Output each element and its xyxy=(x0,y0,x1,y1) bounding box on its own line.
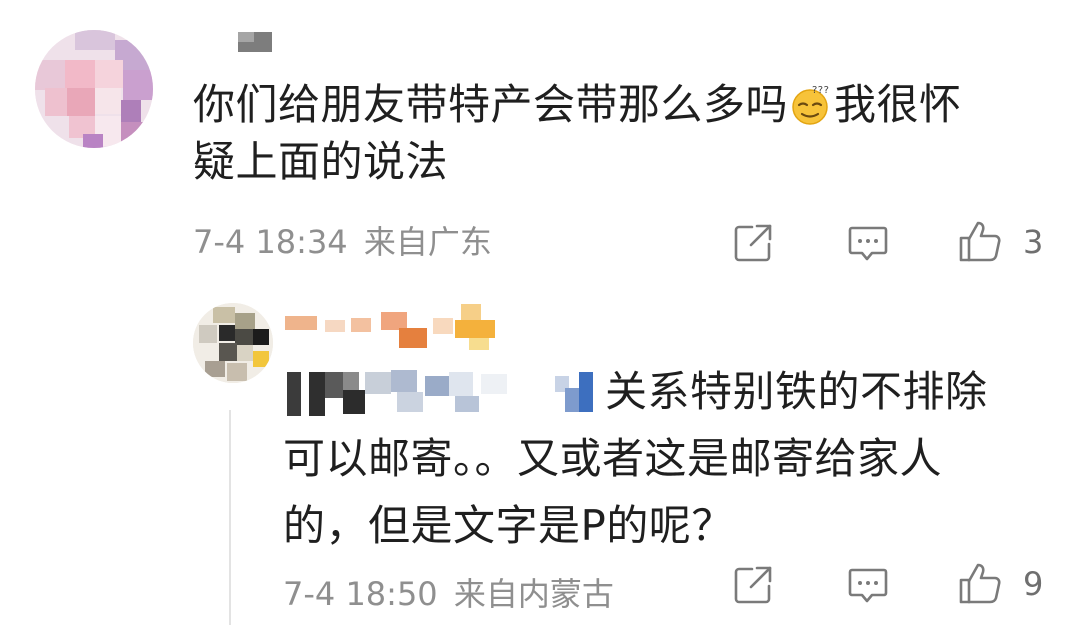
like-count: 9 xyxy=(1023,565,1044,603)
comment-icon[interactable] xyxy=(845,562,891,608)
reply-text: 关系特别铁的不排除 可以邮寄。。又或者这是邮寄给家人 的，但是文字是P的呢？ xyxy=(283,358,1043,559)
comment-time: 7-4 18:34 xyxy=(193,223,348,261)
comment-meta: 7-4 18:34 来自广东 xyxy=(193,222,492,262)
avatar-pixelated xyxy=(193,303,273,383)
thumbs-up-icon[interactable] xyxy=(957,560,1003,606)
thinking-face-emoji-icon: ??? xyxy=(790,82,832,125)
avatar[interactable] xyxy=(35,30,153,148)
comment-text: 你们给朋友带特产会带那么多吗 ??? 我很怀 疑上面的说法 xyxy=(193,76,1023,190)
comment-location: 来自广东 xyxy=(363,223,492,261)
reply-meta: 7-4 18:50 来自内蒙古 xyxy=(283,574,614,614)
comment-text-part: 你们给朋友带特产会带那么多吗 xyxy=(193,80,789,129)
comment-icon[interactable] xyxy=(845,220,891,266)
reply-location: 来自内蒙古 xyxy=(453,575,614,613)
avatar[interactable] xyxy=(193,303,273,383)
svg-text:???: ??? xyxy=(812,85,829,96)
comment-text-part: 疑上面的说法 xyxy=(193,137,449,186)
reply-time: 7-4 18:50 xyxy=(283,575,438,613)
avatar-pixelated xyxy=(35,30,153,148)
thumbs-up-icon[interactable] xyxy=(957,218,1003,264)
reply-text-line: 的，但是文字是P的呢？ xyxy=(283,501,734,550)
share-icon[interactable] xyxy=(730,562,776,608)
reply-text-line: 可以邮寄。。又或者这是邮寄给家人 xyxy=(283,434,943,483)
like-count: 3 xyxy=(1023,223,1044,261)
reply-text-line: 关系特别铁的不排除 xyxy=(605,367,988,416)
username-blurred[interactable] xyxy=(285,302,515,354)
comment-text-part: 我很怀 xyxy=(834,80,962,129)
share-icon[interactable] xyxy=(730,220,776,266)
username-blurred[interactable] xyxy=(238,32,272,54)
reply-thread-line xyxy=(229,410,231,625)
